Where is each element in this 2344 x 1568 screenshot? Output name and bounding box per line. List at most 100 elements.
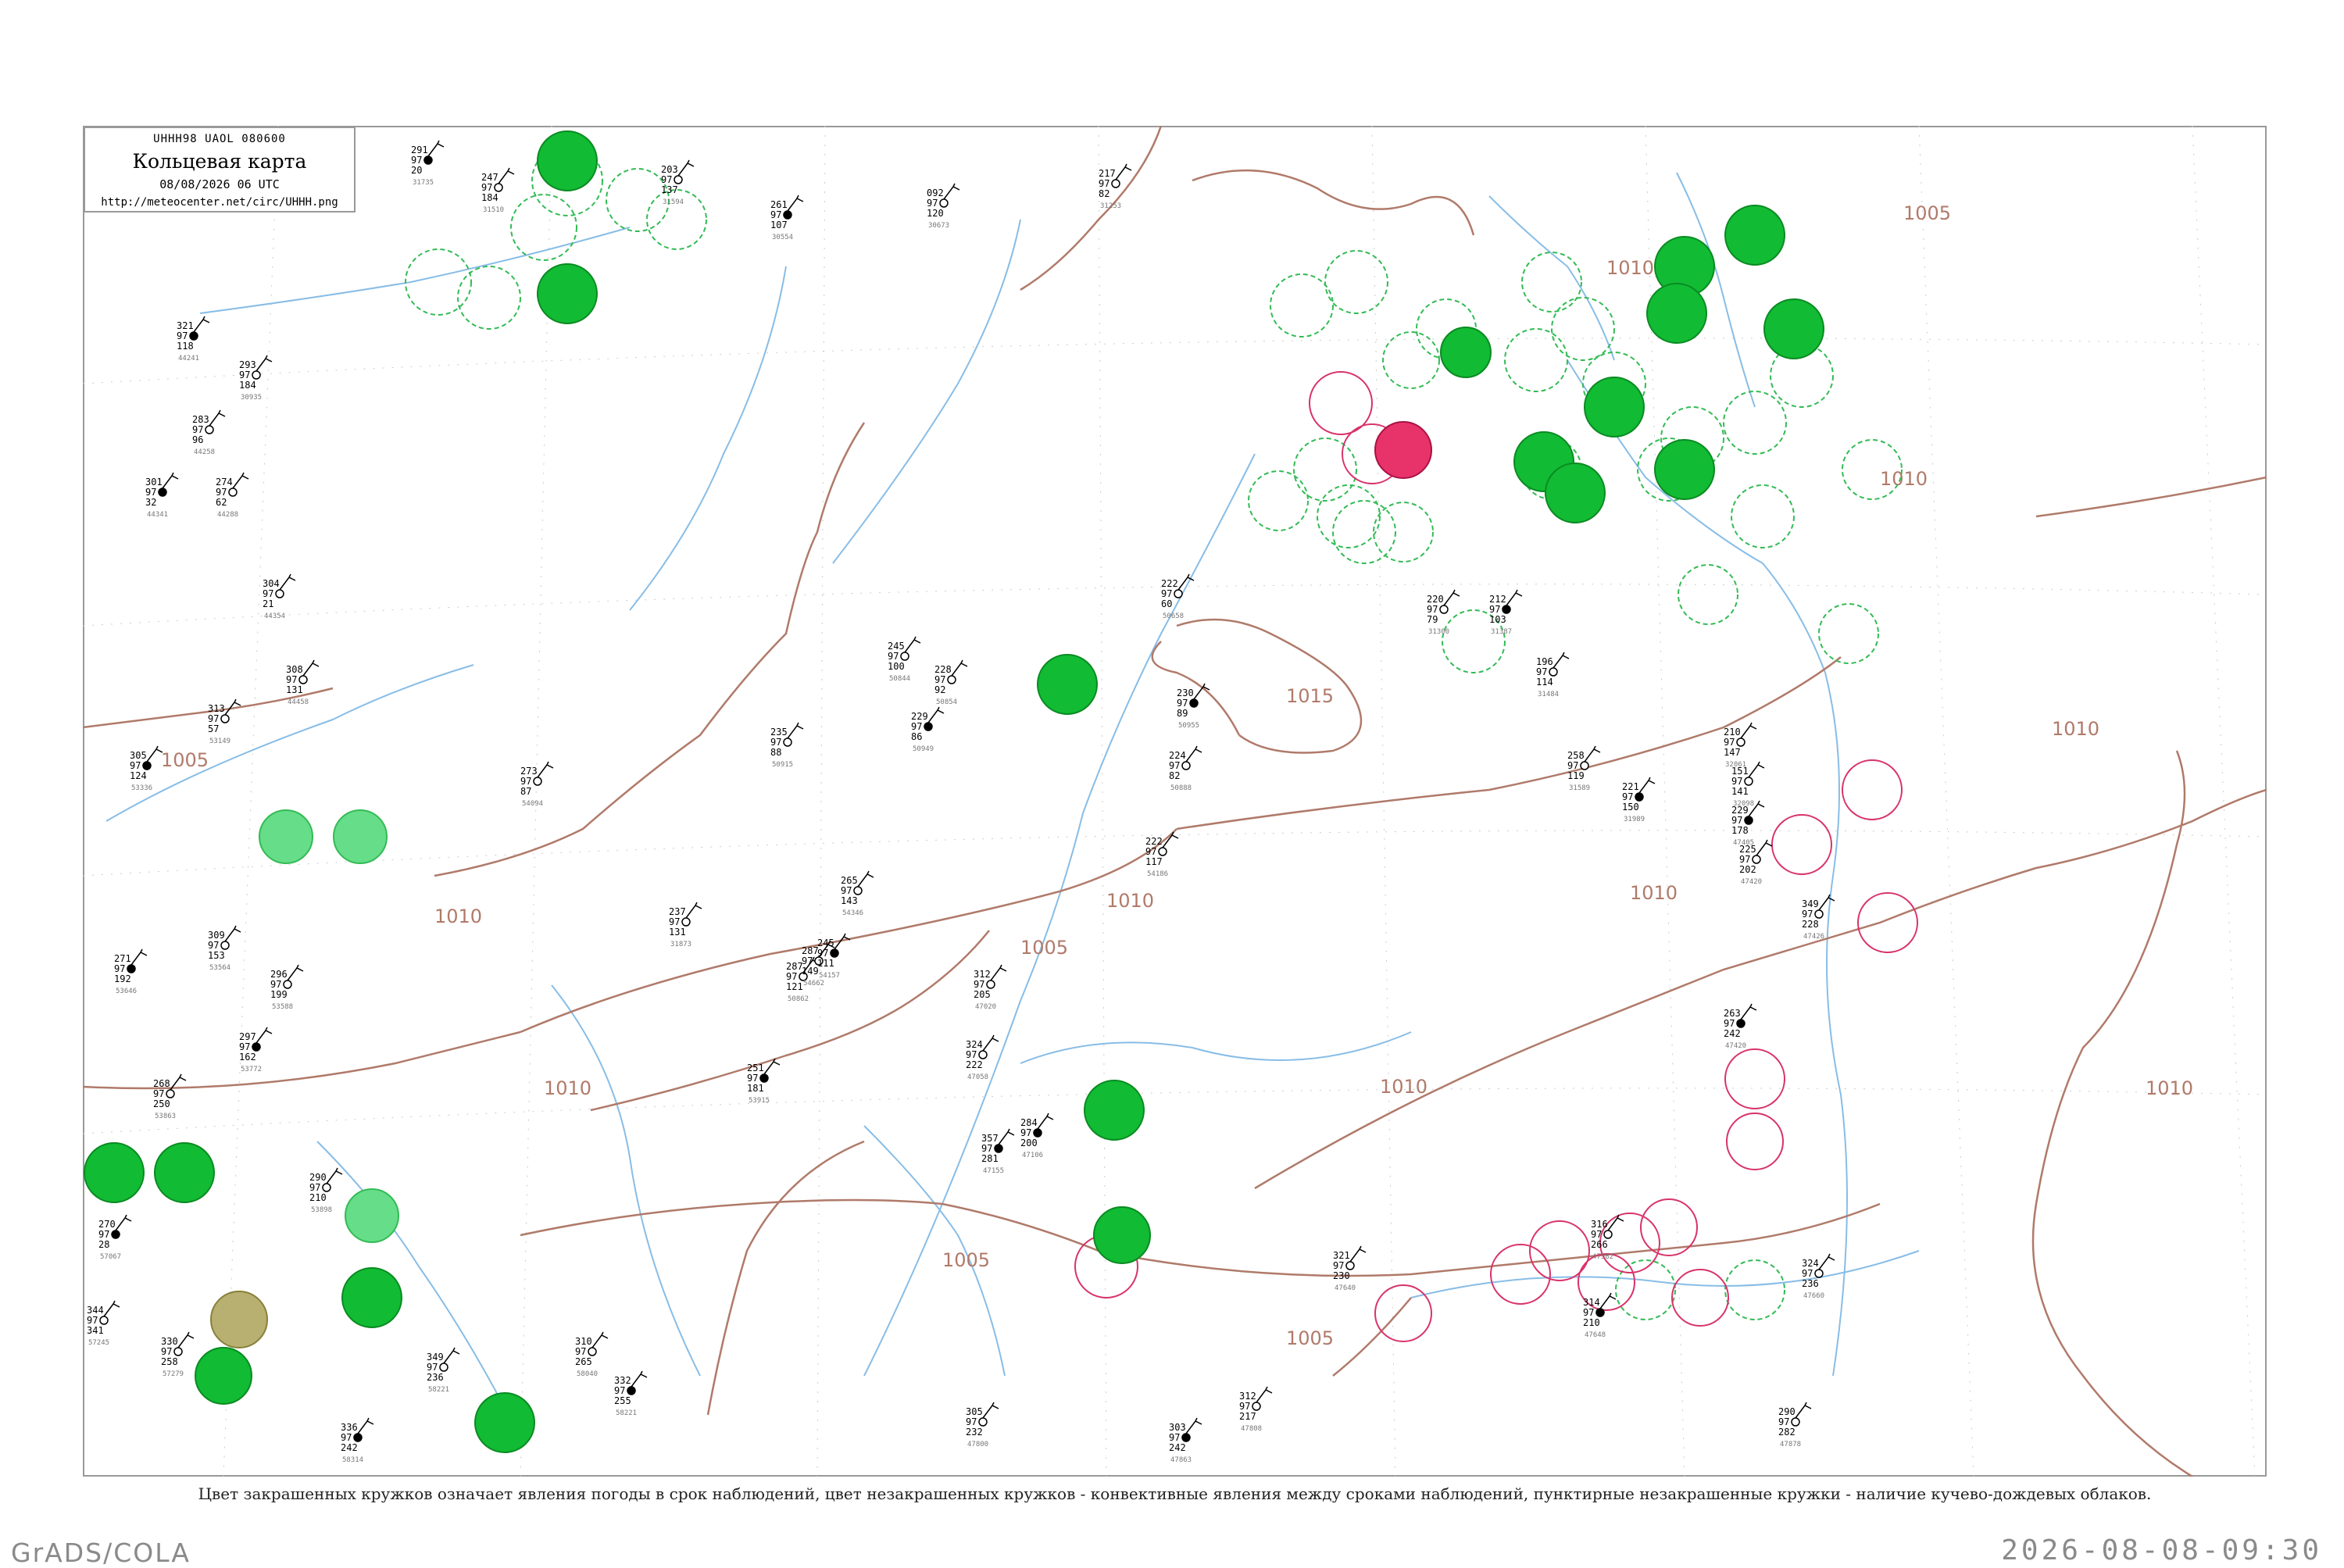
station-plot[interactable]: 32197118 44241 [177, 316, 210, 363]
station-plot[interactable]: 29697199 53588 [270, 964, 304, 1011]
station-plot[interactable]: 3139757 53149 [208, 698, 241, 745]
station-plot[interactable]: 23797131 31873 [669, 902, 702, 948]
station-visibility: 97 [1145, 846, 1156, 857]
station-plot[interactable]: 29097282 47878 [1778, 1402, 1812, 1448]
station-plot[interactable]: 32497236 47660 [1802, 1253, 1835, 1300]
station-plot[interactable]: 30597124 53336 [130, 745, 163, 792]
station-id: 47426 [1803, 933, 1824, 941]
station-plot[interactable]: 2749762 44288 [216, 472, 249, 519]
station-temp: 222 [1161, 578, 1178, 589]
station-plot[interactable]: 2299786 50949 [911, 706, 945, 753]
wind-barb [677, 159, 695, 177]
station-plot[interactable]: 22597202 47420 [1739, 839, 1773, 886]
station-plot[interactable]: 2919720 31735 [411, 140, 445, 187]
station-plot[interactable]: 34497341 57245 [87, 1300, 120, 1347]
station-visibility: 97 [427, 1362, 438, 1373]
station-value: 100 [888, 661, 905, 672]
station-plot[interactable]: 2209779 31300 [1427, 589, 1460, 636]
station-plot[interactable]: 24797184 31510 [481, 167, 515, 214]
map-url[interactable]: http://meteocenter.net/circ/UHHH.png [85, 196, 354, 209]
station-plot[interactable]: 26397242 47420 [1724, 1003, 1757, 1050]
station-plot[interactable]: 3019732 44341 [145, 472, 179, 519]
station-plot[interactable]: 30897131 44458 [286, 659, 320, 706]
station-plot[interactable]: 26197107 30554 [770, 195, 804, 241]
station-plot[interactable]: 20397137 31594 [661, 159, 695, 206]
cloud-cover-marker [1549, 667, 1558, 677]
wind-barb [115, 1214, 132, 1231]
station-value: 143 [841, 895, 858, 906]
station-value: 242 [1724, 1028, 1741, 1039]
station-value: 114 [1536, 677, 1553, 688]
wind-barb [224, 925, 241, 942]
station-temp: 321 [177, 320, 194, 331]
rain-circle [1084, 1080, 1145, 1141]
station-temp: 332 [614, 1375, 631, 1386]
station-plot[interactable]: 29397184 30935 [239, 355, 273, 402]
station-plot[interactable]: 19697114 31484 [1536, 652, 1570, 698]
station-plot[interactable]: 28497200 47106 [1020, 1113, 1054, 1159]
station-plot[interactable]: 25897119 31589 [1567, 745, 1601, 792]
station-plot[interactable]: 30397242 47863 [1169, 1417, 1202, 1464]
station-visibility: 97 [934, 674, 945, 685]
station-plot[interactable]: 09297120 30673 [927, 183, 960, 230]
station-plot[interactable]: 2109714732061 [1724, 722, 1757, 769]
station-plot[interactable]: 31297205 47020 [974, 964, 1007, 1011]
station-temp: 314 [1583, 1297, 1600, 1308]
station-visibility: 97 [114, 963, 125, 974]
station-plot[interactable]: 26897250 53863 [153, 1073, 187, 1120]
station-plot[interactable]: 22297117 54186 [1145, 831, 1179, 878]
cloud-cover-marker [220, 941, 230, 950]
station-id: 58040 [577, 1370, 598, 1378]
station-plot[interactable]: 3049721 44354 [263, 573, 296, 620]
station-plot[interactable]: 2739787 54094 [520, 761, 554, 808]
station-temp: 225 [1739, 844, 1756, 855]
cloud-cover-marker [127, 964, 136, 973]
station-temp: 304 [263, 578, 280, 589]
station-plot[interactable]: 31097265 58040 [575, 1331, 609, 1378]
station-temp: 349 [427, 1352, 444, 1363]
station-plot[interactable]: 30597232 47800 [966, 1402, 999, 1448]
station-plot[interactable]: 32197230 47640 [1333, 1245, 1367, 1292]
station-plot[interactable]: 31497210 47648 [1583, 1292, 1617, 1339]
station-visibility: 97 [817, 948, 828, 959]
station-plot[interactable]: 2709728 57067 [98, 1214, 132, 1261]
station-plot[interactable]: 25197181 53915 [747, 1058, 781, 1105]
station-plot[interactable]: 33097258 57279 [161, 1331, 195, 1378]
station-plot[interactable]: 29797162 53772 [239, 1027, 273, 1073]
map-date: 08/08/2026 06 UTC [159, 177, 280, 191]
cloud-cover-marker [588, 1347, 597, 1356]
wind-barb [146, 745, 163, 763]
station-plot[interactable]: 21297103 31387 [1489, 589, 1523, 636]
station-plot[interactable]: 33297255 58221 [614, 1370, 648, 1417]
station-id: 47420 [1725, 1042, 1746, 1050]
station-visibility: 97 [1239, 1401, 1250, 1412]
station-plot[interactable]: 2299717847405 [1731, 800, 1765, 847]
station-plot[interactable]: 2839796 44258 [192, 409, 226, 456]
station-plot[interactable]: 27197192 53646 [114, 948, 148, 995]
station-plot[interactable]: 35797281 47155 [981, 1128, 1015, 1175]
station-visibility: 97 [1567, 760, 1578, 771]
synoptic-map[interactable]: 1005 1010 1005 1010 1005 1010 1015 1005 … [83, 126, 2267, 1477]
station-id: 31300 [1428, 628, 1449, 636]
station-plot[interactable]: 34997236 58221 [427, 1347, 460, 1394]
cloud-cover-marker [986, 980, 995, 989]
station-plot[interactable]: 2249782 50888 [1169, 745, 1202, 792]
station-temp: 273 [520, 766, 538, 777]
station-plot[interactable]: 24597100 50844 [888, 636, 921, 683]
wind-barb [1256, 1386, 1273, 1403]
station-plot[interactable]: 33697242 58314 [341, 1417, 374, 1464]
station-plot[interactable]: 26597143 54346 [841, 870, 874, 917]
cloud-cover-marker [494, 183, 503, 192]
station-plot[interactable]: 2289792 50854 [934, 659, 968, 706]
rain-circle [195, 1347, 252, 1405]
station-visibility: 97 [1020, 1127, 1031, 1138]
station-plot[interactable]: 2359788 50915 [770, 722, 804, 769]
station-temp: 324 [1802, 1258, 1819, 1269]
station-plot[interactable]: 30997153 53564 [208, 925, 241, 972]
station-plot[interactable]: 29097210 53898 [309, 1167, 343, 1214]
station-plot[interactable]: 31297217 47808 [1239, 1386, 1273, 1433]
station-value: 282 [1778, 1427, 1796, 1438]
rain-circle [474, 1392, 535, 1453]
station-id: 31484 [1538, 691, 1559, 698]
station-plot[interactable]: 22197150 31989 [1622, 777, 1656, 823]
